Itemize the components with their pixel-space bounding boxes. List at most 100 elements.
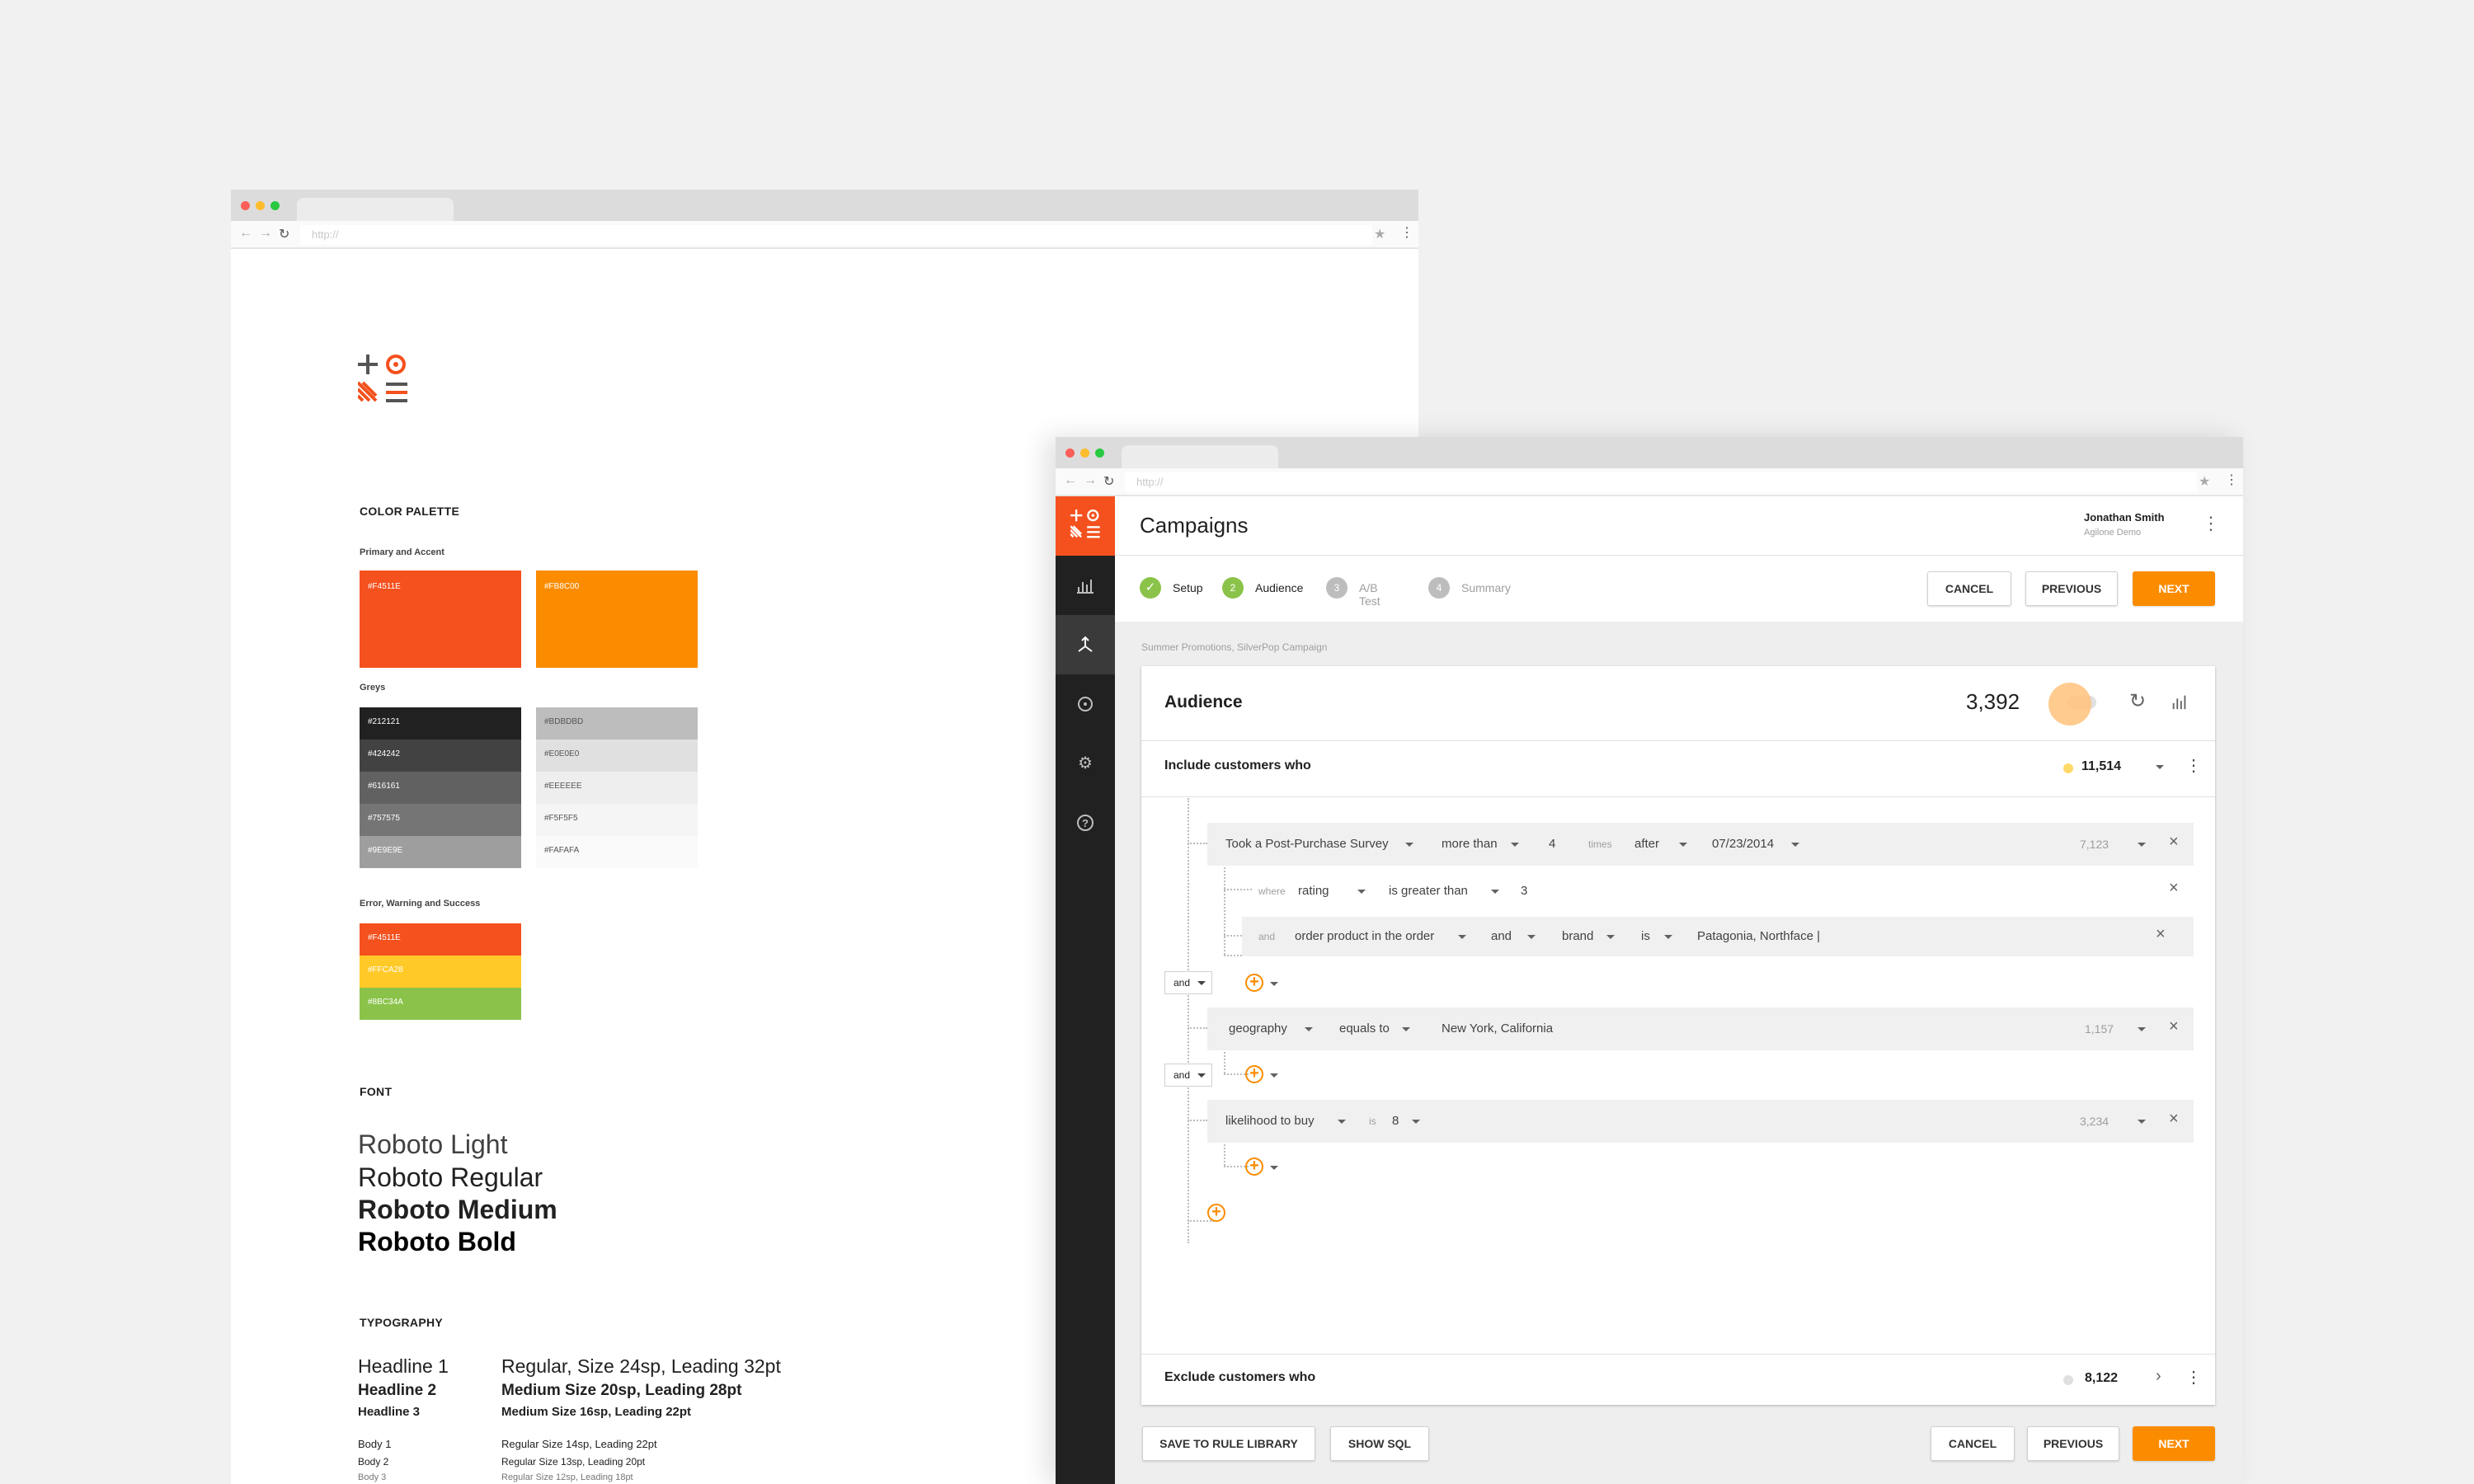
remove-rule-icon[interactable]: × [2169, 1110, 2179, 1129]
show-sql-button[interactable]: SHOW SQL [1330, 1426, 1429, 1461]
browser-menu-icon[interactable]: ⋮ [1400, 224, 1413, 241]
analytics-bar-icon[interactable] [1075, 575, 1095, 595]
exclude-expand-icon[interactable]: › [2156, 1367, 2161, 1386]
dropdown-caret-icon[interactable] [1270, 982, 1278, 986]
dropdown-caret-icon[interactable] [1491, 890, 1499, 894]
dropdown-caret-icon[interactable] [1412, 1120, 1420, 1124]
dropdown-caret-icon[interactable] [1405, 843, 1413, 847]
include-expand-icon[interactable] [2156, 765, 2164, 769]
maximize-dot[interactable] [1095, 448, 1104, 458]
exclude-more-icon[interactable]: ⋮ [2185, 1367, 2202, 1388]
close-dot[interactable] [241, 201, 250, 210]
next-button[interactable]: NEXT [2133, 571, 2215, 606]
browser-tab[interactable] [297, 198, 454, 221]
stepper-bar: ✓ Setup 2 Audience 3 A/B Test 4 Summary … [1115, 556, 2243, 622]
rule-value-input[interactable]: 4 [1549, 837, 1555, 851]
dropdown-caret-icon[interactable] [1511, 843, 1519, 847]
grey-swatch: #F5F5F5 [536, 804, 698, 836]
remove-subrule-icon[interactable]: × [2169, 879, 2179, 898]
reload-icon[interactable]: ↻ [279, 226, 289, 242]
subrule-field2-select[interactable]: brand [1562, 929, 1593, 943]
add-subrule-icon[interactable]: + [1245, 1158, 1263, 1176]
subrule-field-select[interactable]: rating [1298, 884, 1329, 898]
close-dot[interactable] [1065, 448, 1075, 458]
rule-expand-icon[interactable] [2138, 1120, 2146, 1124]
primary-swatch: #F4511E [360, 571, 521, 668]
add-subrule-icon[interactable]: + [1245, 974, 1263, 992]
sidebar-item-campaigns[interactable] [1056, 615, 1115, 674]
more-vert-icon[interactable]: ⋮ [2202, 513, 2220, 534]
settings-gear-icon[interactable]: ⚙ [1075, 754, 1095, 773]
accent-swatch: #FB8C00 [536, 571, 698, 668]
rule-field-select[interactable]: geography [1229, 1021, 1287, 1036]
subrule-value-input[interactable]: 3 [1521, 884, 1527, 898]
subrule-field-select[interactable]: order product in the order [1295, 929, 1434, 943]
cancel-button[interactable]: CANCEL [1927, 571, 2011, 606]
audience-toggle[interactable] [2048, 683, 2096, 726]
dropdown-caret-icon[interactable] [1357, 890, 1366, 894]
previous-button[interactable]: PREVIOUS [2027, 1426, 2119, 1461]
next-button[interactable]: NEXT [2133, 1426, 2215, 1461]
bar-chart-icon[interactable] [2171, 693, 2189, 711]
subrule-conj-select[interactable]: and [1491, 929, 1512, 943]
reload-icon[interactable]: ↻ [1103, 473, 1114, 490]
rule-operator-select[interactable]: more than [1442, 837, 1498, 851]
url-input[interactable]: http:// [1125, 472, 2197, 492]
dropdown-caret-icon[interactable] [1270, 1073, 1278, 1078]
audience-card: Audience 3,392 ↻ Include customers who 1… [1141, 666, 2215, 1405]
dropdown-caret-icon[interactable] [1270, 1166, 1278, 1170]
browser-titlebar [231, 190, 1418, 221]
dropdown-caret-icon[interactable] [1791, 843, 1799, 847]
back-arrow-icon[interactable]: ← [239, 226, 252, 241]
back-arrow-icon[interactable]: ← [1064, 473, 1077, 488]
bookmark-star-icon[interactable]: ★ [2199, 473, 2210, 490]
refresh-icon[interactable]: ↻ [2129, 689, 2146, 713]
dropdown-caret-icon[interactable] [1402, 1027, 1410, 1031]
refresh-cycle-icon[interactable] [1075, 694, 1095, 714]
dropdown-caret-icon[interactable] [1197, 981, 1206, 985]
rule-expand-icon[interactable] [2138, 843, 2146, 847]
forward-arrow-icon[interactable]: → [259, 226, 272, 241]
sidebar-logo[interactable] [1056, 496, 1115, 556]
rule-operator-select[interactable]: equals to [1339, 1021, 1390, 1036]
dropdown-caret-icon[interactable] [1197, 1073, 1206, 1078]
subrule-operator-select[interactable]: is [1641, 929, 1650, 943]
browser-menu-icon[interactable]: ⋮ [2225, 472, 2238, 488]
subrule-value-input[interactable]: Patagonia, Northface | [1697, 929, 1820, 943]
rule-value-input[interactable]: New York, California [1442, 1021, 1553, 1036]
subrule-operator-select[interactable]: is greater than [1389, 884, 1468, 898]
dropdown-caret-icon[interactable] [1664, 935, 1672, 939]
dropdown-caret-icon[interactable] [1305, 1027, 1313, 1031]
rule-expand-icon[interactable] [2138, 1027, 2146, 1031]
rule-count: 7,123 [2080, 838, 2109, 851]
rule-field-select[interactable]: likelihood to buy [1225, 1114, 1315, 1128]
rule-field-select[interactable]: Took a Post-Purchase Survey [1225, 837, 1389, 851]
dropdown-caret-icon[interactable] [1606, 935, 1615, 939]
save-to-rule-library-button[interactable]: SAVE TO RULE LIBRARY [1142, 1426, 1315, 1461]
add-rule-icon[interactable]: + [1207, 1204, 1225, 1222]
dropdown-caret-icon[interactable] [1527, 935, 1536, 939]
dropdown-caret-icon[interactable] [1458, 935, 1466, 939]
rule-when-select[interactable]: after [1634, 837, 1659, 851]
browser-tab[interactable] [1122, 445, 1278, 468]
rule-value-select[interactable]: 8 [1392, 1114, 1399, 1128]
cancel-button[interactable]: CANCEL [1931, 1426, 2015, 1461]
error-swatch: #F4511E [360, 923, 521, 956]
url-input[interactable]: http:// [300, 225, 1372, 245]
remove-subrule-icon[interactable]: × [2156, 925, 2166, 944]
include-more-icon[interactable]: ⋮ [2185, 755, 2202, 776]
remove-rule-icon[interactable]: × [2169, 1017, 2179, 1036]
help-icon[interactable]: ? [1075, 813, 1095, 833]
forward-arrow-icon[interactable]: → [1084, 473, 1097, 488]
remove-rule-icon[interactable]: × [2169, 833, 2179, 852]
minimize-dot[interactable] [1080, 448, 1089, 458]
dropdown-caret-icon[interactable] [1338, 1120, 1346, 1124]
previous-button[interactable]: PREVIOUS [2025, 571, 2118, 606]
add-subrule-icon[interactable]: + [1245, 1065, 1263, 1083]
bookmark-star-icon[interactable]: ★ [1374, 226, 1385, 242]
maximize-dot[interactable] [270, 201, 280, 210]
rule-date-input[interactable]: 07/23/2014 [1712, 837, 1774, 851]
minimize-dot[interactable] [256, 201, 265, 210]
dropdown-caret-icon[interactable] [1679, 843, 1687, 847]
subrule-row: where rating is greater than 3 × [1249, 872, 2194, 910]
